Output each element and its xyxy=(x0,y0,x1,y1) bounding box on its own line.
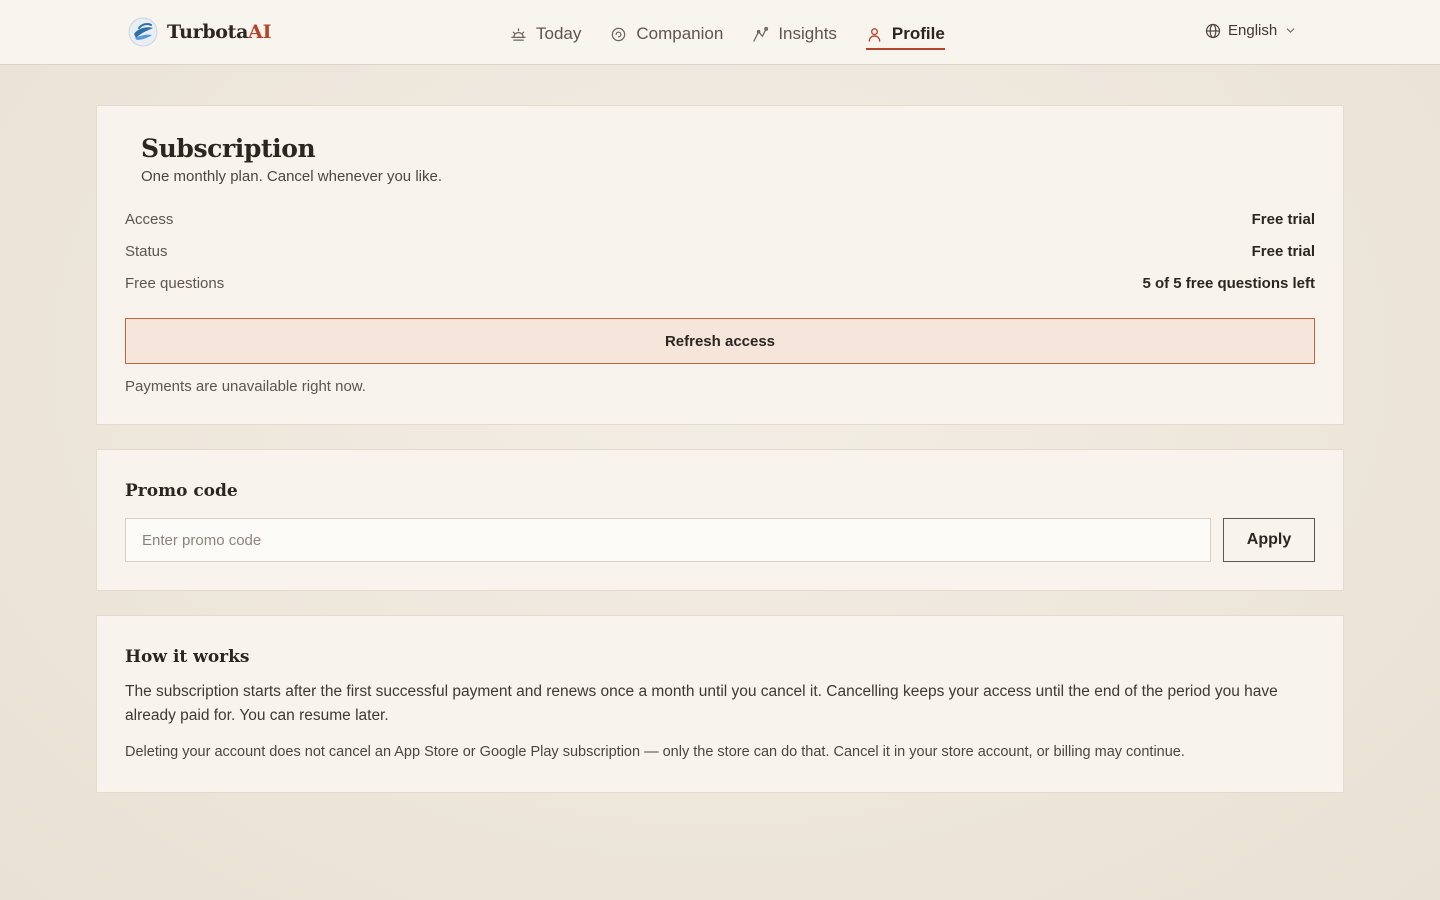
how-it-works-paragraph: The subscription starts after the first … xyxy=(125,683,1278,724)
how-it-works-card: How it works The subscription starts aft… xyxy=(96,615,1344,793)
logo-text: TurbotaAI xyxy=(167,21,272,43)
nav-insights-label: Insights xyxy=(778,24,837,43)
globe-icon xyxy=(1205,23,1221,38)
companion-icon xyxy=(612,27,626,41)
logo[interactable]: TurbotaAI xyxy=(127,16,272,48)
store-cancellation-note: Deleting your account does not cancel an… xyxy=(125,744,1185,760)
promo-code-input[interactable] xyxy=(125,518,1211,562)
logo-icon xyxy=(128,17,158,47)
nav-profile-label: Profile xyxy=(891,24,945,43)
main-nav: Today Companion Insights Profile xyxy=(510,20,974,50)
nav-today-label: Today xyxy=(536,24,582,43)
chevron-down-icon xyxy=(1286,28,1295,33)
access-label: Access xyxy=(125,211,174,228)
sunrise-icon xyxy=(511,27,526,41)
subscription-card: Subscription One monthly plan. Cancel wh… xyxy=(96,105,1344,425)
payment-unavailable-note: Payments are unavailable right now. xyxy=(125,378,366,395)
nav-insights[interactable]: Insights xyxy=(752,20,837,48)
access-value: Free trial xyxy=(1251,211,1315,228)
status-value: Free trial xyxy=(1251,243,1315,260)
nav-companion-label: Companion xyxy=(636,24,724,43)
nav-profile[interactable]: Profile xyxy=(865,20,945,50)
nav-today[interactable]: Today xyxy=(510,20,581,48)
promo-code-title: Promo code xyxy=(125,481,238,501)
status-label: Status xyxy=(125,243,168,260)
subscription-description: One monthly plan. Cancel whenever you li… xyxy=(141,168,442,185)
access-row: Access Free trial xyxy=(125,211,1315,231)
insights-icon xyxy=(753,26,769,42)
refresh-access-button[interactable]: Refresh access xyxy=(125,318,1315,364)
language-label: English xyxy=(1228,22,1278,39)
free-questions-value: 5 of 5 free questions left xyxy=(1142,275,1315,292)
free-questions-label: Free questions xyxy=(125,275,225,292)
apply-button[interactable]: Apply xyxy=(1223,518,1315,562)
user-icon xyxy=(868,27,881,42)
how-it-works-title: How it works xyxy=(125,647,250,667)
subscription-title: Subscription xyxy=(141,134,316,163)
free-questions-row: Free questions 5 of 5 free questions lef… xyxy=(125,275,1315,295)
language-selector[interactable]: English xyxy=(1205,22,1297,39)
promo-code-card: Promo code Apply xyxy=(96,449,1344,591)
top-navigation-bar: TurbotaAI Today Companion Insights Profi… xyxy=(0,0,1440,65)
status-row: Status Free trial xyxy=(125,243,1315,263)
nav-companion[interactable]: Companion xyxy=(610,20,723,48)
